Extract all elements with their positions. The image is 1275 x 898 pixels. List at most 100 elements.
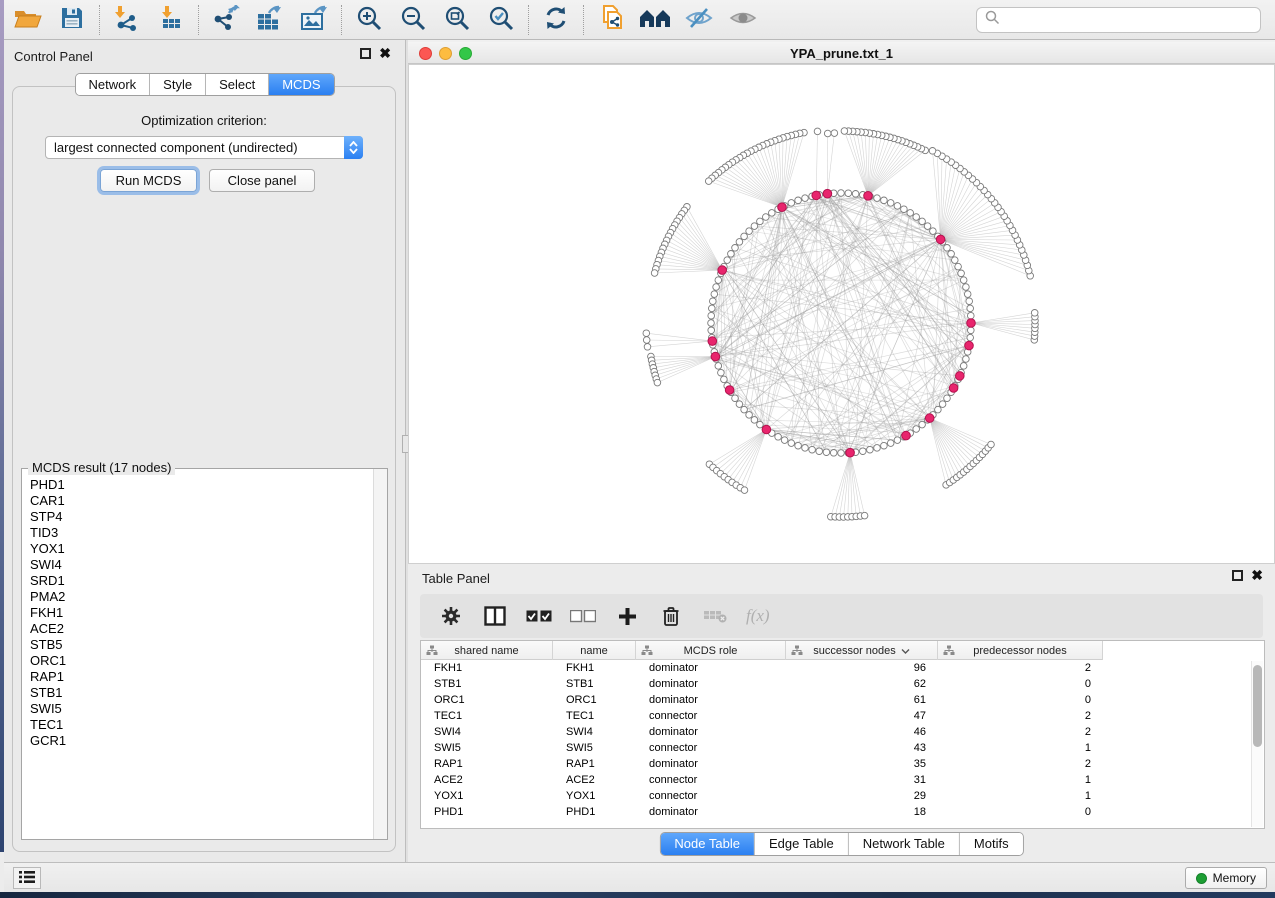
network-node[interactable] (913, 426, 920, 433)
export-network-button[interactable] (204, 3, 248, 37)
mcds-highlighted-node[interactable] (708, 337, 717, 346)
mcds-result-item[interactable]: FKH1 (30, 605, 373, 621)
network-node[interactable] (732, 395, 739, 402)
column-header-MCDS-role[interactable]: MCDS role (636, 641, 786, 660)
network-node[interactable] (708, 312, 715, 319)
hide-selected-button[interactable] (677, 3, 721, 37)
network-node[interactable] (769, 210, 776, 217)
network-node[interactable] (838, 190, 845, 197)
mcds-highlighted-node[interactable] (823, 189, 832, 198)
scrollbar-thumb[interactable] (1253, 665, 1262, 747)
network-node[interactable] (963, 284, 970, 291)
network-node[interactable] (710, 298, 717, 305)
tab-node-table[interactable]: Node Table (660, 833, 755, 855)
save-session-button[interactable] (50, 3, 94, 37)
mcds-result-item[interactable]: YOX1 (30, 541, 373, 557)
network-node[interactable] (901, 206, 908, 213)
network-node[interactable] (757, 218, 764, 225)
tab-select[interactable]: Select (206, 74, 269, 95)
close-table-panel-icon[interactable]: ✖ (1251, 570, 1263, 581)
network-node[interactable] (838, 450, 845, 457)
show-all-eye-button[interactable] (721, 3, 765, 37)
network-node[interactable] (715, 277, 722, 284)
satellite-node[interactable] (831, 130, 838, 137)
network-node[interactable] (788, 200, 795, 207)
mcds-highlighted-node[interactable] (956, 372, 965, 381)
network-node[interactable] (907, 210, 914, 217)
open-file-button[interactable] (6, 3, 50, 37)
zoom-out-button[interactable] (391, 3, 435, 37)
mcds-result-item[interactable]: ACE2 (30, 621, 373, 637)
optimization-criterion-select[interactable]: largest connected component (undirected) (45, 136, 363, 159)
mcds-highlighted-node[interactable] (725, 386, 734, 395)
mcds-highlighted-node[interactable] (711, 352, 720, 361)
close-panel-icon[interactable]: ✖ (379, 48, 391, 59)
table-row[interactable]: PHD1PHD1dominator180 (421, 804, 1264, 820)
mcds-list-scrollbar[interactable] (373, 469, 387, 839)
network-node[interactable] (881, 197, 888, 204)
mcds-highlighted-node[interactable] (846, 448, 855, 457)
tab-style[interactable]: Style (150, 74, 206, 95)
table-row[interactable]: SWI5SWI5connector431 (421, 740, 1264, 756)
network-node[interactable] (852, 191, 859, 198)
mcds-result-item[interactable]: STB5 (30, 637, 373, 653)
network-node[interactable] (958, 270, 965, 277)
network-node[interactable] (736, 401, 743, 408)
mcds-highlighted-node[interactable] (949, 384, 958, 393)
memory-status-button[interactable]: Memory (1185, 867, 1267, 889)
network-node[interactable] (823, 449, 830, 456)
network-node[interactable] (775, 434, 782, 441)
network-node[interactable] (939, 401, 946, 408)
network-node[interactable] (713, 284, 720, 291)
function-builder-fx-button[interactable]: f(x) (746, 606, 770, 626)
mcds-highlighted-node[interactable] (718, 266, 727, 275)
select-all-checkboxes-button[interactable] (526, 603, 552, 629)
network-node[interactable] (894, 203, 901, 210)
import-network-button[interactable] (105, 3, 149, 37)
network-node[interactable] (919, 218, 926, 225)
network-node[interactable] (795, 442, 802, 449)
task-history-button[interactable] (13, 867, 41, 889)
tab-motifs[interactable]: Motifs (960, 833, 1023, 855)
network-node[interactable] (944, 245, 951, 252)
network-node[interactable] (944, 395, 951, 402)
network-node[interactable] (751, 417, 758, 424)
mcds-highlighted-node[interactable] (902, 431, 911, 440)
table-row[interactable]: ACE2ACE2connector311 (421, 772, 1264, 788)
tab-mcds[interactable]: MCDS (269, 74, 333, 95)
mcds-result-item[interactable]: RAP1 (30, 669, 373, 685)
network-node[interactable] (874, 195, 881, 202)
close-panel-button[interactable]: Close panel (209, 169, 315, 192)
mcds-result-item[interactable]: TID3 (30, 525, 373, 541)
add-column-button[interactable] (614, 603, 640, 629)
network-node[interactable] (930, 228, 937, 235)
column-header-shared-name[interactable]: shared name (421, 641, 553, 660)
network-node[interactable] (963, 356, 970, 363)
network-node[interactable] (887, 200, 894, 207)
mcds-highlighted-node[interactable] (925, 414, 934, 423)
network-node[interactable] (913, 214, 920, 221)
satellite-node[interactable] (705, 178, 712, 185)
export-image-button[interactable] (292, 3, 336, 37)
float-table-panel-icon[interactable] (1232, 570, 1243, 581)
network-node[interactable] (881, 442, 888, 449)
mcds-result-list[interactable]: PHD1CAR1STP4TID3YOX1SWI4SRD1PMA2FKH1ACE2… (22, 473, 373, 839)
satellite-node[interactable] (929, 148, 936, 155)
network-node[interactable] (718, 369, 725, 376)
search-input[interactable] (1006, 10, 1260, 30)
network-node[interactable] (860, 448, 867, 455)
network-node[interactable] (795, 197, 802, 204)
column-header-name[interactable]: name (553, 641, 636, 660)
network-node[interactable] (709, 305, 716, 312)
mcds-result-item[interactable]: PHD1 (30, 477, 373, 493)
network-node[interactable] (708, 320, 715, 327)
network-node[interactable] (746, 228, 753, 235)
satellite-node[interactable] (643, 337, 650, 344)
delete-column-trash-button[interactable] (658, 603, 684, 629)
satellite-node[interactable] (654, 379, 661, 386)
network-node[interactable] (802, 195, 809, 202)
satellite-node[interactable] (643, 330, 650, 337)
satellite-node[interactable] (861, 512, 868, 519)
deselect-all-checkboxes-button[interactable] (570, 603, 596, 629)
mcds-highlighted-node[interactable] (778, 203, 787, 212)
